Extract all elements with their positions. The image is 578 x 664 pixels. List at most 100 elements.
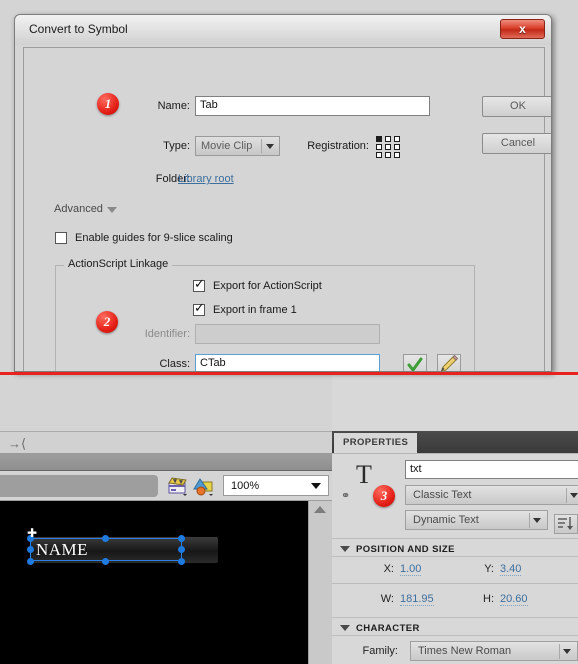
- identifier-input: [195, 324, 380, 344]
- reg-cell-bottom-right[interactable]: [394, 152, 400, 158]
- reg-cell-bottom-left[interactable]: [376, 152, 382, 158]
- symbol-name-input[interactable]: Tab: [195, 96, 430, 116]
- x-value[interactable]: 1.00: [400, 563, 422, 576]
- pencil-icon: [440, 354, 459, 371]
- symbol-type-select[interactable]: Movie Clip: [195, 136, 280, 156]
- chevron-down-icon: [266, 144, 274, 149]
- type-label: Type:: [163, 140, 190, 152]
- annotation-badge-1: 1: [97, 93, 119, 115]
- zoom-level-value: 100%: [231, 479, 260, 492]
- export-for-actionscript-checkbox[interactable]: [193, 277, 205, 292]
- advanced-label: Advanced: [54, 203, 103, 215]
- instance-name-input[interactable]: txt: [405, 460, 578, 479]
- stage-toolbar: 100%: [0, 471, 332, 501]
- cancel-button[interactable]: Cancel: [482, 133, 551, 154]
- combo-divider: [566, 488, 567, 503]
- edit-symbol-icon[interactable]: [193, 476, 215, 496]
- paragraph-direction-button[interactable]: [554, 514, 578, 534]
- red-separator-line: [0, 372, 578, 375]
- chevron-down-icon: [533, 518, 541, 523]
- family-label: Family:: [362, 645, 398, 657]
- close-button[interactable]: x: [500, 19, 545, 39]
- chevron-down-icon: [563, 649, 571, 654]
- w-label: W:: [380, 593, 394, 605]
- close-icon: x: [519, 22, 526, 36]
- h-label: H:: [483, 593, 494, 605]
- class-label: Class:: [159, 358, 190, 370]
- document-column: →⟨ 100% NAME ✚: [0, 375, 332, 664]
- convert-to-symbol-dialog: Convert to Symbol x Name: Tab Type: Movi…: [14, 14, 552, 372]
- selection-handle[interactable]: [102, 535, 109, 542]
- reg-cell-top-center[interactable]: [385, 136, 391, 142]
- reg-cell-top-right[interactable]: [394, 136, 400, 142]
- reg-cell-middle-right[interactable]: [394, 144, 400, 150]
- ok-button[interactable]: OK: [482, 96, 551, 117]
- edit-scene-icon[interactable]: [167, 476, 189, 496]
- dialog-title-bar[interactable]: Convert to Symbol x: [15, 15, 551, 45]
- reg-cell-middle-left[interactable]: [376, 144, 382, 150]
- timeline-band: [0, 454, 332, 471]
- combo-divider: [559, 644, 560, 659]
- section-character[interactable]: CHARACTER: [332, 617, 578, 636]
- section-position-and-size[interactable]: POSITION AND SIZE: [332, 538, 578, 557]
- registration-label: Registration:: [307, 140, 369, 152]
- scene-breadcrumb[interactable]: [0, 475, 158, 497]
- annotation-badge-2: 2: [96, 311, 118, 333]
- text-tool-icon: T: [356, 460, 372, 489]
- chevron-down-icon: [311, 483, 321, 489]
- reg-cell-bottom-center[interactable]: [385, 152, 391, 158]
- section-character-label: CHARACTER: [356, 623, 420, 634]
- edit-class-button[interactable]: [437, 354, 461, 371]
- panel-tab-bar: PROPERTIES: [332, 431, 578, 453]
- properties-panel-body: T txt Classic Text Dynamic Text POSITION…: [332, 453, 578, 664]
- combo-divider: [261, 139, 262, 153]
- registration-point-grid[interactable]: [376, 136, 404, 158]
- zoom-level-select[interactable]: 100%: [223, 475, 329, 496]
- edit-bar: →⟨: [0, 431, 332, 454]
- dialog-title: Convert to Symbol: [29, 22, 128, 36]
- selection-handle[interactable]: [178, 546, 185, 553]
- svg-text:⚭: ⚭: [341, 489, 350, 502]
- reg-cell-center[interactable]: [385, 144, 391, 150]
- y-label: Y:: [484, 563, 494, 575]
- class-input[interactable]: CTab: [195, 354, 380, 371]
- text-engine-value: Classic Text: [413, 489, 472, 501]
- selection-handle[interactable]: [27, 546, 34, 553]
- properties-panel: PROPERTIES T txt Classic Text Dynamic Te…: [332, 375, 578, 664]
- triangle-down-icon: [106, 207, 117, 213]
- advanced-toggle[interactable]: Advanced: [54, 203, 117, 215]
- nine-slice-label: Enable guides for 9-slice scaling: [75, 232, 233, 244]
- text-type-select[interactable]: Dynamic Text: [405, 510, 548, 530]
- folder-link[interactable]: Library root: [178, 173, 234, 185]
- triangle-down-icon: [340, 546, 350, 552]
- section-position-label: POSITION AND SIZE: [356, 544, 455, 555]
- font-family-select[interactable]: Times New Roman: [410, 641, 578, 661]
- stage-vertical-scrollbar[interactable]: [308, 501, 332, 664]
- chevron-down-icon: [570, 493, 578, 498]
- nine-slice-checkbox[interactable]: [55, 232, 67, 244]
- font-family-value: Times New Roman: [418, 645, 512, 657]
- export-in-frame-1-checkbox[interactable]: [193, 301, 205, 316]
- combo-divider: [529, 513, 530, 528]
- x-label: X:: [383, 563, 394, 575]
- text-type-value: Dynamic Text: [413, 514, 479, 526]
- export-in-frame-1-label: Export in frame 1: [213, 304, 297, 316]
- validate-class-button[interactable]: [403, 354, 427, 371]
- h-value[interactable]: 20.60: [500, 593, 528, 606]
- back-arrow-icon[interactable]: →⟨: [8, 437, 32, 451]
- scroll-up-icon[interactable]: [314, 506, 326, 513]
- reg-cell-top-left[interactable]: [376, 136, 382, 142]
- annotation-badge-3: 3: [373, 485, 395, 507]
- stage-canvas[interactable]: NAME ✚: [0, 501, 308, 664]
- y-value[interactable]: 3.40: [500, 563, 522, 576]
- w-value[interactable]: 181.95: [400, 593, 434, 606]
- selection-handle[interactable]: [27, 558, 34, 565]
- text-engine-select[interactable]: Classic Text: [405, 485, 578, 505]
- tab-properties[interactable]: PROPERTIES: [334, 433, 418, 453]
- lock-aspect-ratio-icon[interactable]: ⚭: [340, 487, 356, 505]
- symbol-type-value: Movie Clip: [201, 140, 253, 152]
- selection-handle[interactable]: [102, 558, 109, 565]
- selection-handle[interactable]: [178, 535, 185, 542]
- check-icon: [407, 357, 423, 371]
- selection-handle[interactable]: [178, 558, 185, 565]
